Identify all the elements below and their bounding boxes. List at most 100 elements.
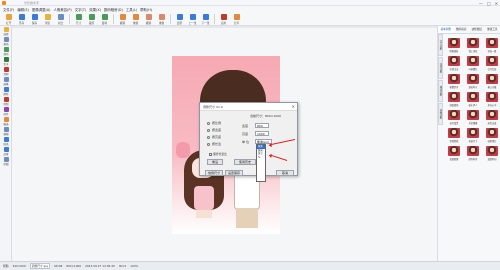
menu-text[interactable]: 文字(T) — [75, 7, 87, 12]
border-thumbnail[interactable]: 芳草萋萋 — [465, 110, 481, 126]
left-tool-button[interactable]: 取色 — [0, 136, 12, 146]
toolbar-button[interactable]: 浏览 — [42, 13, 53, 26]
border-thumbnail[interactable]: 暗香疏影 — [446, 38, 462, 54]
border-thumbnail[interactable]: 美在心中 — [484, 92, 500, 108]
status-field[interactable]: 帮助 — [3, 264, 9, 268]
border-thumbnail[interactable]: 冰清玉洁 — [446, 56, 462, 72]
tab-darkroom[interactable]: 数码暗房 — [454, 26, 470, 33]
border-thumbnail[interactable]: 粉黛罗丹 — [446, 74, 462, 90]
toolbar-button[interactable]: 对比 — [55, 13, 66, 26]
right-panel: 基本调整 数码暗房 边框图层 便捷工具 文字边框 花样边框 撕边边框 多图边框 … — [437, 26, 500, 261]
border-thumbnail[interactable]: 姹紫嫣红 — [484, 128, 500, 144]
tab-quick-tools[interactable]: 便捷工具 — [485, 26, 500, 33]
preset-size-button[interactable]: 常用尺寸 — [205, 170, 223, 176]
menu-effects[interactable]: 效果(X) — [89, 7, 101, 12]
border-thumbnail[interactable]: 落花时节 — [465, 74, 481, 90]
border-thumbnail[interactable]: 金碧辉煌 — [446, 146, 462, 162]
left-tool-button[interactable]: 裁剪 — [0, 46, 12, 56]
tab-border[interactable]: 边框图层 — [469, 26, 485, 33]
thumbnail-image — [486, 128, 498, 138]
close-button[interactable]: ✕ — [495, 1, 498, 6]
border-thumbnail[interactable]: 白月红装 — [484, 56, 500, 72]
toolbar-button[interactable]: 撤销 — [117, 13, 128, 26]
toolbar-button[interactable]: 还原 — [174, 13, 185, 26]
border-thumbnail[interactable]: 温情时刻 — [484, 146, 500, 162]
border-thumbnail[interactable]: 花前月下 — [465, 128, 481, 144]
menu-file[interactable]: 文件(F) — [3, 7, 14, 12]
side-tab-torn-border[interactable]: 撕边边框 — [438, 80, 443, 102]
toolbar-icon — [189, 14, 196, 20]
border-thumbnail[interactable]: 锦上添花 — [465, 38, 481, 54]
toolbar-button[interactable]: 另存 — [16, 13, 27, 26]
left-tool-button[interactable]: 擦除 — [0, 86, 12, 96]
radio-by-ratio[interactable]: 按比例 — [207, 121, 221, 125]
side-tab-pattern-border[interactable]: 花样边框 — [438, 57, 443, 79]
left-tool-button[interactable]: 修复 — [0, 106, 12, 116]
dialog-close-icon[interactable]: ✕ — [292, 103, 295, 111]
reset-button[interactable]: 重设 — [207, 159, 223, 165]
toolbar-button[interactable]: 重做 — [130, 13, 141, 26]
toolbar-button[interactable]: 撤销 — [143, 13, 154, 26]
checkmark-icon: ✓ — [209, 152, 213, 157]
left-tool-button[interactable]: 拼图 — [0, 156, 12, 166]
left-tool-button[interactable]: 模糊 — [0, 126, 12, 136]
menu-edit[interactable]: 编辑(E) — [17, 7, 29, 12]
tab-basic-adjust[interactable]: 基本调整 — [438, 26, 454, 33]
toolbar-button[interactable]: 实用 — [218, 13, 229, 26]
left-tool-button[interactable]: 移动 — [0, 36, 12, 46]
toolbar-button[interactable]: 分享 — [231, 13, 242, 26]
toolbar-label: 对比 — [57, 22, 64, 25]
border-thumbnail[interactable]: 你我他她 — [446, 128, 462, 144]
menu-tools[interactable]: 工具(L) — [126, 7, 137, 12]
border-thumbnail[interactable]: 花开富贵 — [446, 110, 462, 126]
toolbar-button[interactable]: 保存 — [29, 13, 40, 26]
left-tool-button[interactable]: 圈选 — [0, 116, 12, 126]
height-input[interactable]: 1000 — [255, 131, 269, 136]
toolbar-button[interactable]: 下一张 — [200, 13, 211, 26]
border-thumbnail[interactable]: 宛若天成 — [484, 110, 500, 126]
toolbar-button[interactable]: 裁剪 — [86, 13, 97, 26]
menu-portrait[interactable]: 人像美容(P) — [54, 7, 72, 12]
side-tab-text-border[interactable]: 文字边框 — [438, 34, 443, 56]
cancel-button[interactable]: 取消 — [276, 170, 294, 176]
toolbar-icon — [220, 14, 227, 20]
border-thumbnail[interactable]: 沧海一粟 — [484, 38, 500, 54]
menu-darkroom[interactable]: 数码暗房(D) — [104, 7, 123, 12]
left-tool-button[interactable]: 选择 — [0, 26, 12, 36]
toolbar-button[interactable]: 重做 — [156, 13, 167, 26]
toolbar-label: 尺寸 — [75, 22, 82, 25]
thumbnail-label: 你我他她 — [449, 139, 459, 143]
toolbar-button[interactable]: 尺寸 — [73, 13, 84, 26]
left-tool-button[interactable]: 涂鸦 — [0, 66, 12, 76]
left-tool-button[interactable]: 画笔 — [0, 76, 12, 86]
status-field: 调整尺寸.jpg — [29, 263, 51, 269]
radio-by-width[interactable]: 按宽度 — [207, 128, 221, 132]
toolbar-button[interactable]: 打开 — [3, 13, 14, 26]
maximize-button[interactable]: □ — [487, 1, 491, 6]
radio-by-both[interactable]: 按长宽 — [207, 142, 221, 146]
save-settings-button[interactable]: 设置保存 — [225, 170, 243, 176]
menu-help[interactable]: 帮助(H) — [140, 7, 152, 12]
side-tab-multi-border[interactable]: 多图边框 — [438, 103, 443, 125]
unit-option[interactable] — [257, 182, 265, 186]
menu-adjust[interactable]: 图像调整(A) — [32, 7, 51, 12]
toolbar-button[interactable]: 上一张 — [187, 13, 198, 26]
keep-ratio-checkbox[interactable]: ✓ 保持长宽比 — [209, 152, 227, 156]
left-tool-button[interactable]: 仿制 — [0, 96, 12, 106]
left-tool-label: 选择 — [3, 33, 9, 36]
left-tool-button[interactable]: 边框 — [0, 146, 12, 156]
border-thumbnail[interactable]: 秋水伊人 — [465, 92, 481, 108]
minimize-button[interactable]: — — [479, 1, 483, 6]
border-thumbnail[interactable]: 叶碎缨红 — [465, 56, 481, 72]
history-button[interactable]: 使用历史 — [234, 159, 256, 165]
status-field: 420×600 — [12, 264, 26, 268]
toolbar-button[interactable]: 旋转 — [99, 13, 110, 26]
width-input[interactable]: 800 — [255, 123, 269, 128]
border-thumbnail[interactable]: 绿意盎然 — [446, 92, 462, 108]
height-label: 高度 — [242, 132, 249, 136]
border-thumbnail[interactable]: 春江水暖 — [484, 74, 500, 90]
radio-by-height[interactable]: 按高度 — [207, 135, 221, 139]
left-tool-button[interactable]: 文字 — [0, 56, 12, 66]
border-thumbnail[interactable]: 简约时尚 — [465, 146, 481, 162]
width-label: 宽度 — [242, 124, 249, 128]
